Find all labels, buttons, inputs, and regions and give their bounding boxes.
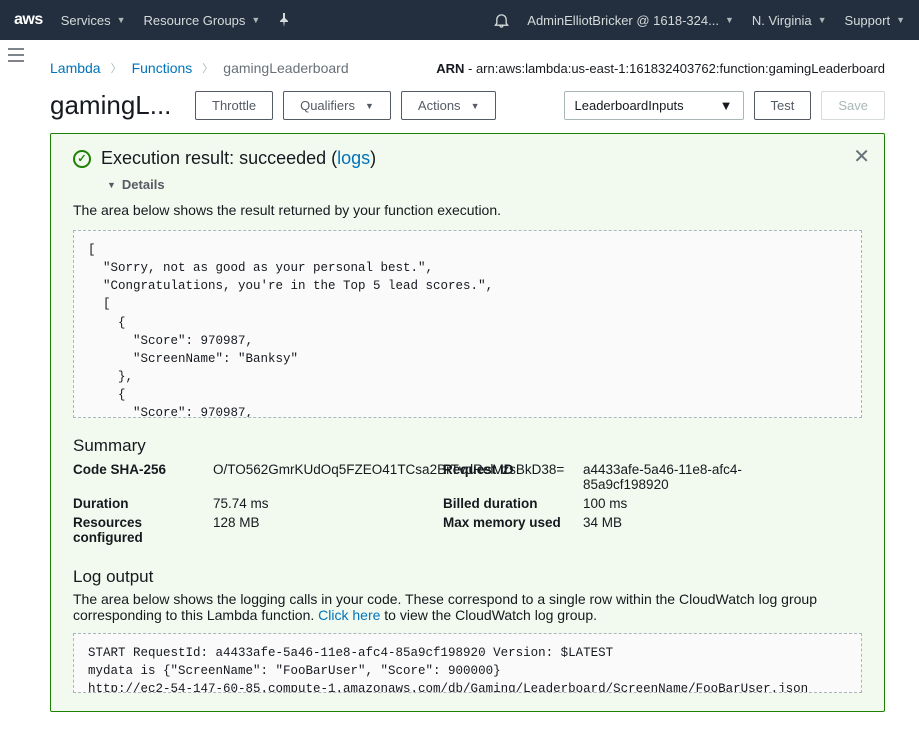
- arn-value: arn:aws:lambda:us-east-1:161832403762:fu…: [476, 61, 885, 76]
- nav-resource-groups[interactable]: Resource Groups ▼: [144, 13, 261, 28]
- resources-key: Resources configured: [73, 515, 213, 545]
- aws-logo-text: aws: [14, 11, 43, 29]
- breadcrumb-functions[interactable]: Functions: [132, 60, 193, 76]
- menu-icon: [8, 48, 24, 62]
- sha-value: O/TO562GmrKUdOq5FZEO41TCsa2BrTvdRelVzsBk…: [213, 462, 443, 492]
- chevron-right-icon: 〉: [202, 60, 213, 76]
- bell-icon: [494, 13, 509, 28]
- function-name: gamingL...: [50, 90, 185, 121]
- summary-grid: Code SHA-256 O/TO562GmrKUdOq5FZEO41TCsa2…: [73, 462, 862, 545]
- close-panel-button[interactable]: ✕: [853, 144, 870, 169]
- billed-duration-value: 100 ms: [583, 496, 783, 511]
- result-title-prefix: Execution result: succeeded (: [101, 148, 337, 168]
- nav-notifications[interactable]: [494, 13, 509, 28]
- nav-support-label: Support: [845, 13, 891, 28]
- nav-services-label: Services: [61, 13, 111, 28]
- summary-heading: Summary: [73, 436, 862, 456]
- cloudwatch-link[interactable]: Click here: [318, 607, 380, 623]
- close-icon: ✕: [853, 146, 870, 168]
- nav-user-label: AdminElliotBricker @ 1618-324...: [527, 13, 719, 28]
- nav-region[interactable]: N. Virginia ▼: [752, 13, 827, 28]
- log-desc-2: to view the CloudWatch log group.: [380, 607, 597, 623]
- chevron-down-icon: ▼: [117, 15, 126, 25]
- nav-region-label: N. Virginia: [752, 13, 812, 28]
- qualifiers-label: Qualifiers: [300, 98, 355, 113]
- test-button[interactable]: Test: [754, 91, 812, 120]
- log-output: START RequestId: a4433afe-5a46-11e8-afc4…: [73, 633, 862, 693]
- maxmem-value: 34 MB: [583, 515, 783, 545]
- function-header: gamingL... Throttle Qualifiers ▼ Actions ▼…: [50, 90, 885, 133]
- pin-icon: [278, 13, 290, 27]
- logs-link[interactable]: logs: [337, 148, 370, 168]
- top-nav: aws Services ▼ Resource Groups ▼ AdminEl…: [0, 0, 919, 40]
- reqid-value: a4433afe-5a46-11e8-afc4-85a9cf198920: [583, 462, 783, 492]
- throttle-button[interactable]: Throttle: [195, 91, 273, 120]
- log-description: The area below shows the logging calls i…: [73, 591, 862, 623]
- nav-support[interactable]: Support ▼: [845, 13, 905, 28]
- result-output: [ "Sorry, not as good as your personal b…: [73, 230, 862, 418]
- nav-resource-groups-label: Resource Groups: [144, 13, 246, 28]
- chevron-down-icon: ▼: [896, 15, 905, 25]
- caret-down-icon: ▼: [720, 98, 733, 113]
- actions-label: Actions: [418, 98, 461, 113]
- qualifiers-button[interactable]: Qualifiers ▼: [283, 91, 391, 120]
- details-label: Details: [122, 177, 165, 192]
- arn-label: ARN: [436, 61, 464, 76]
- success-check-icon: [73, 150, 91, 168]
- result-header: Execution result: succeeded (logs): [73, 148, 862, 169]
- arn-display: ARN - arn:aws:lambda:us-east-1:161832403…: [436, 61, 885, 76]
- details-toggle[interactable]: ▼ Details: [107, 177, 862, 192]
- throttle-label: Throttle: [212, 98, 256, 113]
- reqid-key: Request ID: [443, 462, 583, 492]
- breadcrumb: Lambda 〉 Functions 〉 gamingLeaderboard: [50, 60, 349, 76]
- chevron-down-icon: ▼: [251, 15, 260, 25]
- duration-key: Duration: [73, 496, 213, 511]
- log-heading: Log output: [73, 567, 862, 587]
- chevron-down-icon: ▼: [725, 15, 734, 25]
- test-event-select[interactable]: LeaderboardInputs ▼: [564, 91, 744, 120]
- side-menu-toggle[interactable]: [8, 48, 24, 65]
- resources-value: 128 MB: [213, 515, 443, 545]
- execution-result-panel: ✕ Execution result: succeeded (logs) ▼ D…: [50, 133, 885, 712]
- breadcrumb-current: gamingLeaderboard: [223, 60, 348, 76]
- result-title-suffix: ): [370, 148, 376, 168]
- aws-logo[interactable]: aws: [14, 11, 43, 29]
- chevron-down-icon: ▼: [818, 15, 827, 25]
- nav-user[interactable]: AdminElliotBricker @ 1618-324... ▼: [527, 13, 734, 28]
- billed-duration-key: Billed duration: [443, 496, 583, 511]
- sha-key: Code SHA-256: [73, 462, 213, 492]
- save-button: Save: [821, 91, 885, 120]
- caret-down-icon: ▼: [471, 101, 480, 111]
- caret-down-icon: ▼: [365, 101, 374, 111]
- actions-button[interactable]: Actions ▼: [401, 91, 497, 120]
- nav-pin[interactable]: [278, 13, 290, 27]
- save-label: Save: [838, 98, 868, 113]
- result-description: The area below shows the result returned…: [73, 202, 862, 218]
- breadcrumb-row: Lambda 〉 Functions 〉 gamingLeaderboard A…: [50, 52, 885, 90]
- nav-services[interactable]: Services ▼: [61, 13, 126, 28]
- breadcrumb-lambda[interactable]: Lambda: [50, 60, 101, 76]
- test-event-value: LeaderboardInputs: [575, 98, 684, 113]
- chevron-right-icon: 〉: [111, 60, 122, 76]
- test-label: Test: [771, 98, 795, 113]
- duration-value: 75.74 ms: [213, 496, 443, 511]
- caret-down-icon: ▼: [107, 180, 116, 190]
- maxmem-key: Max memory used: [443, 515, 583, 545]
